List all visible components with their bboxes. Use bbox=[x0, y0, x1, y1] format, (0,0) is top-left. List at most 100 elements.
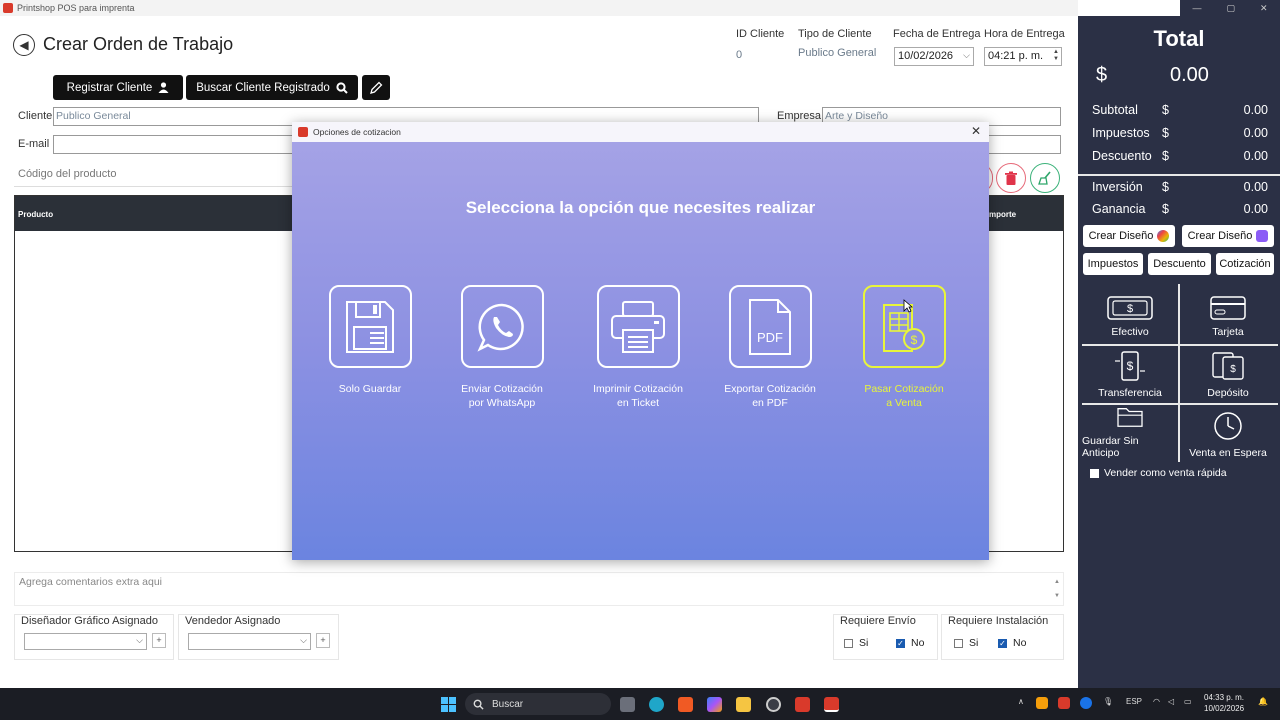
crear-diseno-alt-button[interactable]: Crear Diseño bbox=[1182, 225, 1274, 247]
comments-textarea[interactable]: Agrega comentarios extra aqui ▲ ▼ bbox=[14, 572, 1064, 606]
venta-en-espera-label: Venta en Espera bbox=[1189, 447, 1267, 459]
add-disenador-button[interactable]: + bbox=[152, 633, 166, 648]
guardar-sin-anticipo-button[interactable]: Guardar Sin Anticipo bbox=[1082, 405, 1178, 463]
notification-bell-icon[interactable]: 🔔 bbox=[1258, 697, 1268, 706]
venta-rapida-checkbox[interactable]: Vender como venta rápida bbox=[1090, 467, 1227, 479]
edit-pencil-button[interactable] bbox=[362, 75, 390, 100]
delete-button[interactable] bbox=[996, 163, 1026, 193]
task-view-icon[interactable] bbox=[620, 697, 635, 712]
close-icon[interactable]: ✕ bbox=[971, 124, 981, 138]
imprimir-ticket-option[interactable]: Imprimir Cotización en Ticket bbox=[578, 285, 698, 410]
cotizacion-button[interactable]: Cotización bbox=[1216, 253, 1274, 275]
registrar-cliente-button[interactable]: Registrar Cliente bbox=[53, 75, 183, 100]
vendedor-group: Vendedor Asignado ⌵ + bbox=[178, 614, 339, 660]
codigo-producto-input[interactable]: Código del producto bbox=[14, 163, 292, 187]
title-bar: Printshop POS para imprenta bbox=[0, 0, 1078, 16]
instalacion-no-checkbox[interactable]: ✓ No bbox=[998, 637, 1026, 649]
col-importe: mporte bbox=[989, 210, 1017, 219]
app-icon bbox=[3, 3, 13, 13]
wifi-icon[interactable]: ◠ bbox=[1153, 697, 1160, 706]
file-explorer-icon[interactable] bbox=[736, 697, 751, 712]
tray-app-icon-2[interactable] bbox=[1058, 697, 1070, 709]
crear-diseno-button[interactable]: Crear Diseño bbox=[1083, 225, 1175, 247]
tarjeta-button[interactable]: Tarjeta bbox=[1180, 284, 1276, 342]
broom-icon bbox=[1038, 171, 1051, 185]
taskbar-clock[interactable]: 04:33 p. m. 10/02/2026 bbox=[1204, 692, 1244, 714]
close-window-icon[interactable]: ✕ bbox=[1260, 3, 1268, 14]
envio-si-checkbox[interactable]: Si bbox=[844, 637, 868, 649]
inversion-value: 0.00 bbox=[1243, 180, 1268, 194]
envio-group: Requiere Envío Si ✓ No bbox=[833, 614, 938, 660]
tray-chevron-icon[interactable]: ∧ bbox=[1018, 697, 1024, 706]
impuestos-button[interactable]: Impuestos bbox=[1083, 253, 1143, 275]
whatsapp-tile[interactable] bbox=[460, 285, 544, 368]
microphone-icon[interactable]: 🎙 bbox=[1103, 697, 1113, 706]
taskbar-search[interactable]: Buscar bbox=[465, 693, 611, 715]
back-arrow-icon[interactable]: ◀ bbox=[13, 34, 35, 56]
envio-si-label: Si bbox=[859, 637, 869, 649]
solo-guardar-label: Solo Guardar bbox=[338, 383, 402, 395]
solo-guardar-tile[interactable] bbox=[328, 285, 412, 368]
search-icon bbox=[473, 699, 484, 710]
disenador-select[interactable]: ⌵ bbox=[24, 633, 147, 650]
printer-icon bbox=[611, 300, 665, 353]
pasar-a-venta-label: Pasar Cotización a Venta bbox=[864, 383, 944, 409]
chevron-down-icon: ⌵ bbox=[963, 50, 970, 60]
pasar-a-venta-tile[interactable]: $ bbox=[862, 285, 946, 368]
envio-no-checkbox[interactable]: ✓ No bbox=[896, 637, 924, 649]
subtotal-sign: $ bbox=[1162, 103, 1169, 117]
crear-diseno-label: Crear Diseño bbox=[1088, 230, 1154, 242]
edge-browser-icon[interactable] bbox=[649, 697, 664, 712]
copilot-icon[interactable] bbox=[707, 697, 722, 712]
settings-icon[interactable] bbox=[766, 697, 781, 712]
subtotal-label: Subtotal bbox=[1092, 103, 1138, 117]
imprimir-ticket-tile[interactable] bbox=[596, 285, 680, 368]
tray-app-icon-1[interactable] bbox=[1036, 697, 1048, 709]
windows-start-icon[interactable] bbox=[441, 697, 456, 712]
chevron-down-icon: ⌵ bbox=[136, 635, 143, 645]
instalacion-si-checkbox[interactable]: Si bbox=[954, 637, 978, 649]
cotizacion-button-label: Cotización bbox=[1219, 258, 1271, 270]
window-controls: — ▢ ✕ bbox=[1180, 0, 1280, 16]
printshop-active-icon[interactable] bbox=[824, 697, 839, 712]
add-vendedor-button[interactable]: + bbox=[316, 633, 330, 648]
deposito-button[interactable]: $ Depósito bbox=[1180, 345, 1276, 403]
spinner-icon[interactable]: ▲ ▼ bbox=[1053, 49, 1059, 63]
exportar-pdf-tile[interactable]: PDF bbox=[728, 285, 812, 368]
vendedor-select[interactable]: ⌵ bbox=[188, 633, 311, 650]
ganancia-value: 0.00 bbox=[1243, 202, 1268, 216]
language-indicator[interactable]: ESP bbox=[1126, 697, 1142, 706]
descuento-button-label: Descuento bbox=[1153, 258, 1206, 270]
inversion-sign: $ bbox=[1162, 180, 1169, 194]
scroll-arrows-icon[interactable]: ▲ ▼ bbox=[1054, 575, 1060, 603]
buscar-cliente-button[interactable]: Buscar Cliente Registrado bbox=[186, 75, 358, 100]
comments-placeholder: Agrega comentarios extra aqui bbox=[19, 576, 162, 588]
minimize-icon[interactable]: — bbox=[1192, 3, 1201, 13]
exportar-pdf-option[interactable]: PDF Exportar Cotización en PDF bbox=[710, 285, 830, 410]
extra-input[interactable] bbox=[988, 135, 1061, 154]
fecha-entrega-picker[interactable]: 10/02/2026 ⌵ bbox=[894, 47, 974, 66]
checkbox-box[interactable] bbox=[1090, 468, 1099, 478]
id-cliente-label: ID Cliente bbox=[736, 28, 785, 40]
maximize-icon[interactable]: ▢ bbox=[1226, 3, 1235, 14]
clear-button[interactable] bbox=[1030, 163, 1060, 193]
instalacion-label: Requiere Instalación bbox=[948, 615, 1049, 627]
battery-icon[interactable]: ▭ bbox=[1184, 697, 1192, 706]
total-currency: $ bbox=[1096, 64, 1108, 86]
divider bbox=[1078, 174, 1280, 176]
brave-browser-icon[interactable] bbox=[678, 697, 693, 712]
email-input[interactable] bbox=[53, 135, 293, 154]
hora-entrega-picker[interactable]: 04:21 p. m. ▲ ▼ bbox=[984, 47, 1062, 66]
volume-icon[interactable]: ◁ bbox=[1168, 697, 1174, 706]
tipo-cliente-label: Tipo de Cliente bbox=[798, 28, 872, 40]
bluetooth-icon[interactable] bbox=[1080, 697, 1092, 709]
descuento-row: Descuento $ 0.00 bbox=[1092, 149, 1268, 163]
whatsapp-option[interactable]: Enviar Cotización por WhatsApp bbox=[442, 285, 562, 410]
printshop-app-icon[interactable] bbox=[795, 697, 810, 712]
efectivo-label: Efectivo bbox=[1111, 326, 1149, 338]
solo-guardar-option[interactable]: Solo Guardar bbox=[310, 285, 430, 396]
descuento-button[interactable]: Descuento bbox=[1148, 253, 1211, 275]
efectivo-button[interactable]: $ Efectivo bbox=[1082, 284, 1178, 342]
transferencia-button[interactable]: $ Transferencia bbox=[1082, 345, 1178, 403]
venta-en-espera-button[interactable]: Venta en Espera bbox=[1180, 405, 1276, 463]
